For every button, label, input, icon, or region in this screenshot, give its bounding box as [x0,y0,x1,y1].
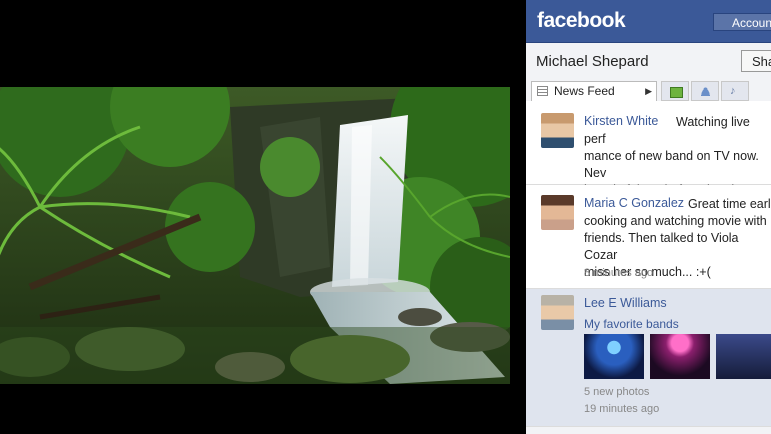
post-timestamp: 8 minutes ago [584,267,654,279]
share-button[interactable]: Sha [741,50,771,72]
avatar[interactable] [541,195,574,230]
facebook-logo[interactable]: facebook [537,9,626,33]
tab-music[interactable]: ♪ [721,81,749,101]
facebook-header-bar: facebook Account [526,0,771,43]
tab-news-feed-label: News Feed [554,84,615,98]
photo-icon [670,87,683,98]
concert-photo-thumbnail[interactable] [584,334,644,379]
news-feed-icon [537,86,548,96]
waterfall-photo [0,87,510,384]
account-button[interactable]: Account [713,13,771,31]
photo-count: 5 new photos [584,386,650,398]
music-note-icon: ♪ [730,85,736,97]
tab-friends[interactable] [691,81,719,101]
triangle-right-icon: ▶ [645,86,652,96]
concert-photo-thumbnail[interactable] [650,334,710,379]
tab-photos[interactable] [661,81,689,101]
feed-tabs: News Feed ▶ ♪ [531,81,771,101]
avatar[interactable] [541,295,574,330]
avatar[interactable] [541,113,574,148]
post-timestamp: 19 minutes ago [584,403,660,415]
tab-news-feed[interactable]: News Feed ▶ [531,81,657,101]
post-author-name[interactable]: Lee E Williams [584,296,667,310]
concert-photo-thumbnail[interactable] [716,334,771,379]
profile-name[interactable]: Michael Shepard [536,53,649,70]
person-icon [700,87,711,96]
feed-post[interactable]: Kirsten White Watching live perf mance o… [526,101,771,214]
feed-post[interactable]: Maria C Gonzalez Great time earl cooking… [526,185,771,289]
facebook-panel: facebook Account Michael Shepard Sha New… [526,0,771,434]
album-link[interactable]: My favorite bands [584,317,679,331]
